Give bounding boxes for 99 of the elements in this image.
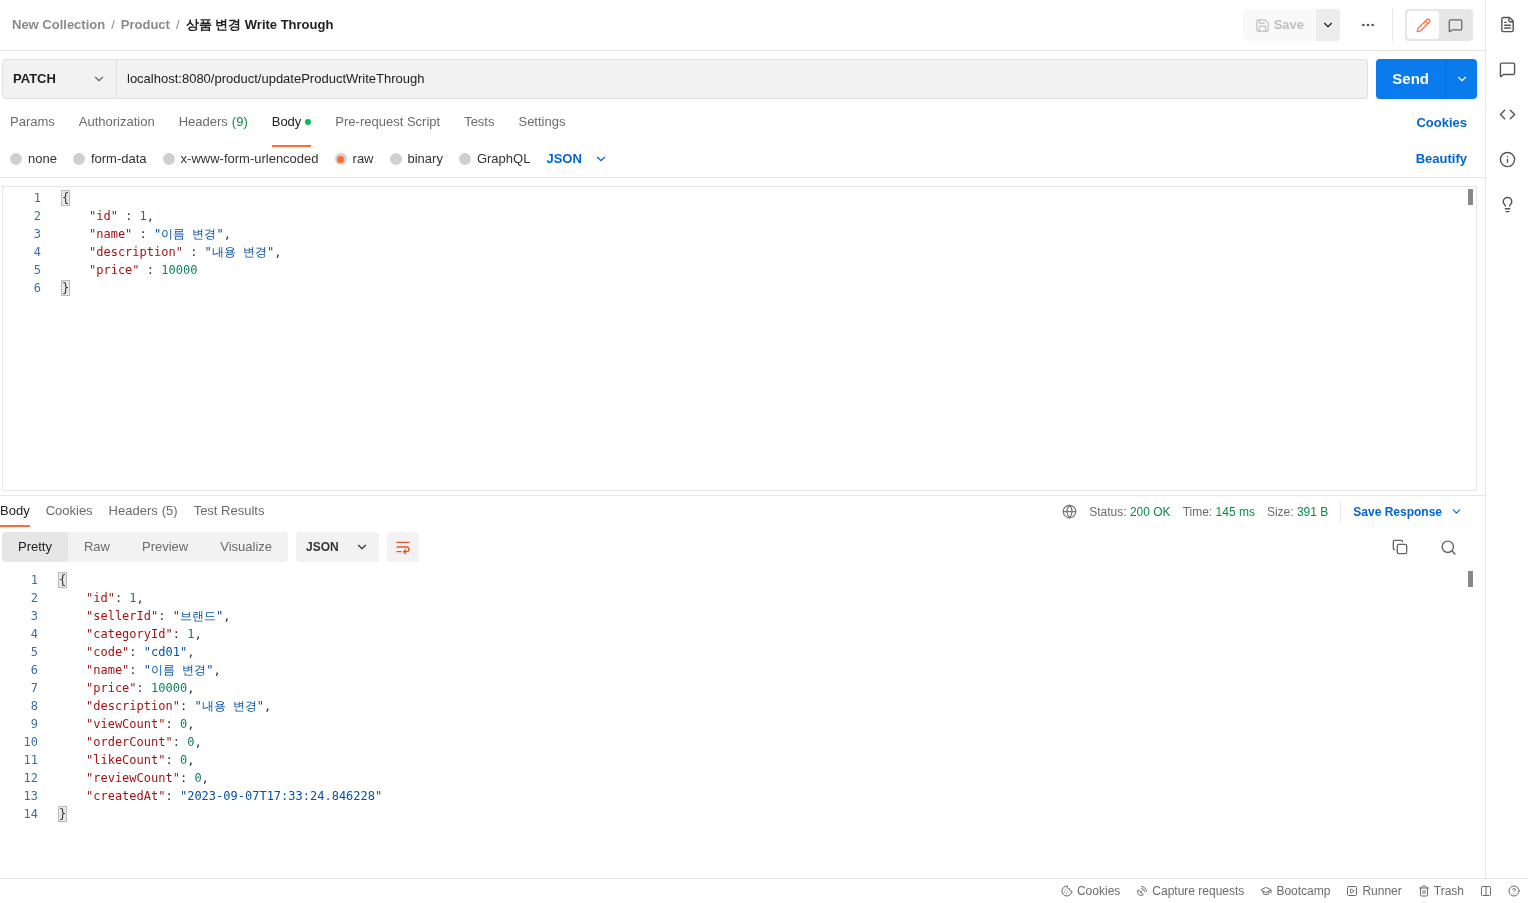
copy-icon[interactable] [1392,539,1408,555]
breadcrumb-separator: / [111,16,115,35]
code-line: "orderCount": 0, [85,734,202,751]
request-title[interactable]: 상품 변경 Write Through [185,15,334,35]
cookies-link[interactable]: Cookies [1416,113,1467,133]
view-mode-tab[interactable]: Preview [126,532,205,562]
code-line: "price": 10000, [85,680,195,697]
request-tab[interactable]: Headers (9) [178,99,248,147]
code-line: "id" : 1, [88,208,155,225]
layout-icon[interactable] [1480,885,1492,897]
search-icon[interactable] [1440,538,1457,556]
response-tab[interactable]: Cookies [45,496,93,527]
save-response-button[interactable]: Save Response [1353,502,1463,521]
status-bar-item[interactable]: Runner [1346,882,1402,900]
send-button[interactable]: Send [1376,59,1445,99]
line-number: 4 [29,626,38,643]
breadcrumb-link[interactable]: Product [120,15,170,35]
wrap-button[interactable] [386,532,419,562]
help-icon[interactable] [1508,885,1520,897]
code-line: "id": 1, [85,590,144,607]
status-bar-item[interactable]: Capture requests [1136,882,1245,900]
response-meta: Size: 391 B [1266,503,1329,521]
cookie-icon [1060,885,1073,897]
format-dropdown[interactable]: JSON [546,149,608,169]
play-icon [1346,885,1359,897]
globe-icon [1062,504,1078,519]
response-meta: Time: 145 ms [1182,503,1255,521]
line-number: 5 [32,262,41,279]
satellite-dish-icon [1136,885,1149,897]
code-line: "createdAt": "2023-09-07T17:33:24.846228" [85,788,383,805]
method-select[interactable]: PATCH [2,59,117,99]
info-icon[interactable] [1498,151,1516,168]
line-number: 1 [29,572,38,589]
code-line: "description": "내용 변경", [85,698,272,715]
trash-icon [1417,885,1430,897]
code-line: "likeCount": 0, [85,752,195,769]
view-mode-tab[interactable]: Raw [67,532,126,562]
request-tab[interactable]: Authorization [78,99,155,147]
line-number: 6 [32,280,41,297]
comment-icon[interactable] [1498,61,1516,78]
code-line: "viewCount": 0, [85,716,195,733]
line-number: 5 [29,644,38,661]
request-tab[interactable]: Body [271,99,312,147]
body-type-radio[interactable]: form-data [72,149,147,169]
body-type-radio[interactable]: binary [389,149,443,169]
request-tab[interactable]: Tests [464,99,495,147]
scrollbar [1468,189,1473,205]
request-editor[interactable]: 1 { 2 "id" : 1, 3 "name" : "이름 변경", 4 "description" : "내용 변경", 5 "price" : 10000 6 } [2,186,1477,491]
code-line: "name" : "이름 변경", [88,226,231,243]
url-field[interactable]: localhost:8080/product/updateProductWriteThrough [117,59,1369,99]
response-tab[interactable]: Test Results [193,496,265,527]
line-number: 3 [32,226,41,243]
line-number: 2 [32,208,41,225]
view-mode-tab[interactable]: Pretty [2,532,68,562]
breadcrumb-separator: / [175,16,180,35]
graduation-cap-icon [1260,885,1273,897]
status-bar-item[interactable]: Bootcamp [1260,882,1331,900]
line-number: 12 [22,770,38,787]
line-number: 1 [32,190,41,207]
body-type-radio[interactable]: x-www-form-urlencoded [162,149,319,169]
line-number: 6 [29,662,38,679]
scrollbar [1468,571,1473,587]
line-number: 10 [22,734,38,751]
line-number: 3 [29,608,38,625]
code-line: "price" : 10000 [88,262,198,279]
request-tab[interactable]: Pre-request Script [335,99,441,147]
line-number: 11 [22,752,38,769]
wrap-text-icon [394,539,411,555]
code-line: "code": "cd01", [85,644,195,661]
line-number: 4 [32,244,41,261]
status-bar-item[interactable]: Trash [1417,882,1464,900]
request-tab[interactable]: Settings [518,99,566,147]
code-line: "name": "이름 변경", [85,662,221,679]
line-number: 7 [29,680,38,697]
status-bar-item[interactable]: Cookies [1060,882,1121,900]
pencil-icon [1415,17,1431,33]
code-line: "categoryId": 1, [85,626,202,643]
body-type-radio[interactable]: none [10,149,57,169]
response-tab[interactable]: Body [0,496,30,527]
line-number: 8 [29,698,38,715]
breadcrumb-link[interactable]: New Collection [12,15,106,35]
response-tab[interactable]: Headers (5) [108,496,178,527]
line-number: 14 [22,806,38,823]
code-line: "sellerId": "브랜드", [85,608,231,625]
comment-icon [1447,17,1463,33]
response-meta: Status: 200 OK [1089,503,1171,521]
document-icon[interactable] [1498,16,1516,33]
line-number: 2 [29,590,38,607]
code-line: "description" : "내용 변경", [88,244,282,261]
response-format-dropdown[interactable]: JSON [296,532,379,562]
body-type-radio[interactable]: GraphQL [458,149,531,169]
view-mode-tab[interactable]: Visualize [204,532,289,562]
save-icon [1254,17,1270,33]
beautify-link[interactable]: Beautify [1415,149,1467,169]
request-tab[interactable]: Params [10,99,55,147]
body-type-radio[interactable]: raw [334,149,374,169]
line-number: 9 [29,716,38,733]
code-line: "reviewCount": 0, [85,770,209,787]
line-number: 13 [22,788,38,805]
